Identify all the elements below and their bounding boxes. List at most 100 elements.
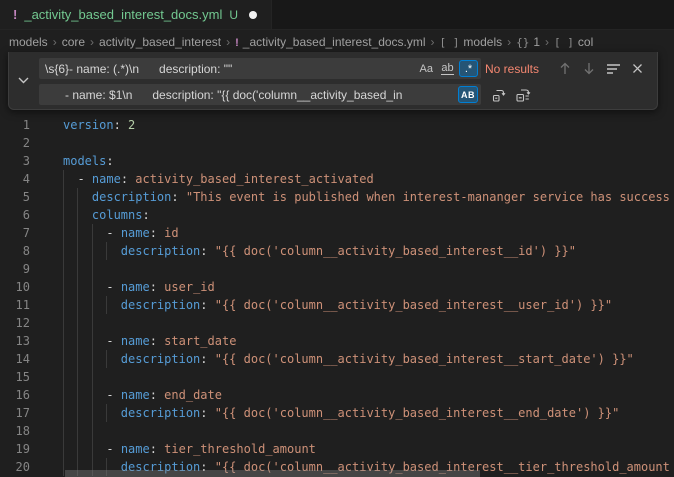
- code-line[interactable]: 16 - name: end_date: [0, 386, 674, 404]
- breadcrumb-label: _activity_based_interest_docs.yml: [243, 35, 426, 49]
- whole-word-label: ab: [441, 63, 453, 75]
- whole-word-toggle[interactable]: ab: [438, 60, 457, 77]
- indent-guide: [63, 368, 64, 386]
- code-line-text: description: "{{ doc('column__activity_b…: [63, 296, 674, 314]
- code-area[interactable]: 1 version: 2 23models:4 - name: activity_b…: [0, 116, 674, 476]
- editor-pane[interactable]: 1 version: 2 23models:4 - name: activity_b…: [0, 53, 674, 477]
- breadcrumb-item[interactable]: core: [62, 35, 85, 49]
- breadcrumb-item[interactable]: [ ]models: [440, 35, 503, 49]
- code-line[interactable]: 4 - name: activity_based_interest_activa…: [0, 170, 674, 188]
- toggle-replace-button[interactable]: [9, 52, 37, 109]
- indent-guide: [106, 350, 107, 368]
- horizontal-scrollbar[interactable]: [65, 470, 480, 477]
- indent-guide: [77, 386, 78, 404]
- line-number[interactable]: 3: [0, 152, 30, 170]
- code-line[interactable]: 18: [0, 422, 674, 440]
- breadcrumb-item[interactable]: models: [9, 35, 48, 49]
- replace-all-button[interactable]: [513, 85, 533, 105]
- code-line-text: [63, 368, 674, 386]
- line-number[interactable]: 7: [0, 224, 30, 242]
- breadcrumb-item[interactable]: activity_based_interest: [99, 35, 221, 49]
- code-line[interactable]: 2: [0, 134, 674, 152]
- preserve-case-toggle[interactable]: AB: [458, 86, 478, 103]
- line-number[interactable]: 12: [0, 314, 30, 332]
- line-number[interactable]: 10: [0, 278, 30, 296]
- chevron-down-icon: [18, 77, 29, 84]
- replace-button[interactable]: [489, 85, 509, 105]
- breadcrumb-item[interactable]: [ ]col: [554, 35, 593, 49]
- breadcrumb-item[interactable]: !_activity_based_interest_docs.yml: [235, 35, 425, 49]
- tab-activity-based-interest-docs[interactable]: ! _activity_based_interest_docs.yml U: [0, 0, 272, 29]
- line-number[interactable]: 14: [0, 350, 30, 368]
- indent-guide: [63, 458, 64, 476]
- file-warning-icon: !: [13, 7, 17, 22]
- previous-match-button[interactable]: [555, 59, 575, 79]
- breadcrumb: models › core › activity_based_interest › !_ac…: [0, 31, 674, 53]
- replace-input[interactable]: [39, 84, 481, 105]
- line-number[interactable]: 11: [0, 296, 30, 314]
- unsaved-changes-dot-icon[interactable]: [249, 11, 257, 19]
- line-number[interactable]: 4: [0, 170, 30, 188]
- code-line[interactable]: 19 - name: tier_threshold_amount: [0, 440, 674, 458]
- indent-guide: [77, 296, 78, 314]
- code-line-text: columns:: [63, 206, 674, 224]
- match-case-toggle[interactable]: Aa: [417, 60, 436, 77]
- indent-guide: [63, 278, 64, 296]
- line-number[interactable]: 5: [0, 188, 30, 206]
- indent-guide: [63, 170, 64, 188]
- indent-guide: [92, 404, 93, 422]
- line-number[interactable]: 13: [0, 332, 30, 350]
- line-number[interactable]: 18: [0, 422, 30, 440]
- indent-guide: [63, 440, 64, 458]
- indent-guide: [77, 350, 78, 368]
- indent-guide: [77, 368, 78, 386]
- line-number[interactable]: 15: [0, 368, 30, 386]
- code-line-text: [63, 134, 674, 152]
- code-line-text: version: 2: [63, 116, 674, 134]
- line-number[interactable]: 19: [0, 440, 30, 458]
- code-line[interactable]: 1 version: 2: [0, 116, 674, 134]
- line-number[interactable]: 20: [0, 458, 30, 476]
- code-line[interactable]: 7 - name: id: [0, 224, 674, 242]
- breadcrumb-separator-icon: ›: [226, 35, 230, 49]
- indent-guide: [63, 242, 64, 260]
- close-find-widget-button[interactable]: [627, 59, 647, 79]
- line-number[interactable]: 2: [0, 134, 30, 152]
- indent-guide: [77, 242, 78, 260]
- breadcrumb-item[interactable]: {}1: [516, 35, 540, 49]
- line-number[interactable]: 8: [0, 242, 30, 260]
- git-untracked-badge: U: [229, 8, 238, 22]
- indent-guide: [92, 332, 93, 350]
- line-number[interactable]: 1: [0, 116, 30, 134]
- code-line[interactable]: 14 description: "{{ doc('column__activit…: [0, 350, 674, 368]
- breadcrumb-separator-icon: ›: [90, 35, 94, 49]
- next-match-button[interactable]: [579, 59, 599, 79]
- code-line[interactable]: 10 - name: user_id: [0, 278, 674, 296]
- indent-guide: [77, 440, 78, 458]
- code-line[interactable]: 12: [0, 314, 674, 332]
- code-line[interactable]: 9: [0, 260, 674, 278]
- breadcrumb-separator-icon: ›: [545, 35, 549, 49]
- code-line[interactable]: 5 description: "This event is published …: [0, 188, 674, 206]
- code-line[interactable]: 17 description: "{{ doc('column__activit…: [0, 404, 674, 422]
- line-number[interactable]: 9: [0, 260, 30, 278]
- code-line[interactable]: 15: [0, 368, 674, 386]
- code-line[interactable]: 6 columns:: [0, 206, 674, 224]
- breadcrumb-label: col: [578, 35, 593, 49]
- line-number[interactable]: 17: [0, 404, 30, 422]
- indent-guide: [77, 278, 78, 296]
- indent-guide: [63, 350, 64, 368]
- indent-guide: [106, 404, 107, 422]
- line-number[interactable]: 16: [0, 386, 30, 404]
- code-line[interactable]: 13 - name: start_date: [0, 332, 674, 350]
- regex-toggle[interactable]: .*: [459, 60, 478, 77]
- code-line-text: - name: id: [63, 224, 674, 242]
- code-line[interactable]: 11 description: "{{ doc('column__activit…: [0, 296, 674, 314]
- preserve-case-label: AB: [461, 90, 475, 100]
- indent-guide: [92, 224, 93, 242]
- find-in-selection-button[interactable]: [603, 59, 623, 79]
- line-number[interactable]: 6: [0, 206, 30, 224]
- code-line[interactable]: 3models:: [0, 152, 674, 170]
- code-line[interactable]: 8 description: "{{ doc('column__activity…: [0, 242, 674, 260]
- find-input[interactable]: [39, 58, 481, 79]
